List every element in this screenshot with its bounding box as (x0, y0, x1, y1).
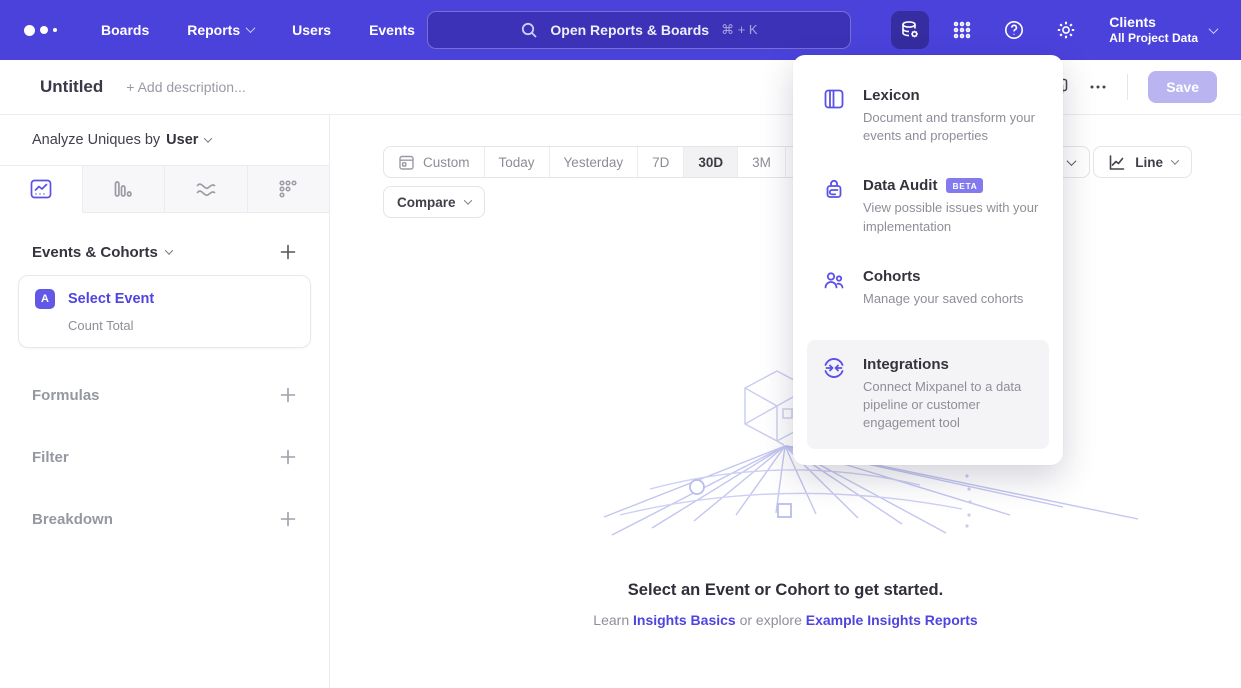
breakdown-label: Breakdown (32, 511, 113, 528)
top-navbar: Boards Reports Users Events Open Reports… (0, 0, 1241, 60)
settings-button[interactable] (1047, 11, 1085, 49)
help-circle-icon (1003, 19, 1025, 41)
menu-item-title: Lexicon (863, 87, 1043, 104)
report-title[interactable]: Untitled (40, 77, 103, 97)
empty-state-links: Learn Insights Basics or explore Example… (330, 612, 1241, 628)
filter-label: Filter (32, 449, 69, 466)
insights-basics-link[interactable]: Insights Basics (633, 612, 736, 628)
search-shortcut: ⌘ + K (721, 22, 758, 38)
formulas-section: Formulas (0, 386, 329, 404)
add-description-field[interactable]: + Add description... (126, 79, 245, 95)
lexicon-book-icon (822, 87, 846, 145)
empty-state-heading: Select an Event or Cohort to get started… (330, 581, 1241, 600)
add-event-button[interactable] (279, 243, 297, 261)
add-filter-button[interactable] (279, 448, 297, 466)
calendar-icon (398, 154, 415, 171)
formulas-label: Formulas (32, 387, 100, 404)
date-tab-3m[interactable]: 3M (738, 147, 786, 177)
menu-item-title: Integrations (863, 356, 1043, 373)
nav-item-reports[interactable]: Reports (187, 22, 254, 38)
chevron-down-icon (165, 246, 173, 254)
integrations-sync-icon (822, 356, 846, 433)
insights-chart-icon (29, 177, 53, 201)
data-audit-lock-icon (822, 177, 846, 235)
analyze-label: Analyze Uniques by (32, 132, 160, 148)
add-breakdown-button[interactable] (279, 510, 297, 528)
filter-section: Filter (0, 448, 329, 466)
cohorts-people-icon (822, 268, 846, 308)
date-tab-yesterday[interactable]: Yesterday (550, 147, 639, 177)
menu-item-data-audit[interactable]: Data Audit BETA View possible issues wit… (807, 177, 1049, 235)
project-data-scope: All Project Data (1109, 31, 1198, 46)
nav-item-boards[interactable]: Boards (101, 22, 149, 38)
beta-badge: BETA (946, 178, 983, 193)
apps-grid-icon (952, 20, 972, 40)
search-icon (520, 21, 538, 39)
menu-item-lexicon[interactable]: Lexicon Document and transform your even… (807, 87, 1049, 145)
tab-insights-line[interactable] (0, 166, 83, 213)
menu-item-title: Data Audit BETA (863, 177, 1043, 194)
chart-type-dropdown[interactable]: Line (1093, 146, 1192, 178)
data-management-button[interactable] (891, 11, 929, 49)
help-button[interactable] (995, 11, 1033, 49)
nav-item-label: Reports (187, 22, 240, 38)
apps-grid-button[interactable] (943, 11, 981, 49)
select-event-button[interactable]: Select Event (68, 291, 154, 307)
report-canvas: Custom Today Yesterday 7D 30D 3M 6M (330, 115, 1241, 688)
event-series-badge: A (35, 289, 55, 309)
add-formula-button[interactable] (279, 386, 297, 404)
nav-item-label: Users (292, 22, 331, 38)
flows-icon (194, 177, 218, 201)
chevron-down-icon (1066, 156, 1076, 166)
chevron-down-icon (1209, 24, 1219, 34)
date-tab-today[interactable]: Today (485, 147, 550, 177)
menu-item-description: Document and transform your events and p… (863, 109, 1043, 145)
compare-dropdown[interactable]: Compare (383, 186, 485, 218)
events-cohorts-dropdown[interactable]: Events & Cohorts (32, 244, 172, 261)
event-card[interactable]: A Select Event Count Total (18, 275, 311, 348)
mixpanel-logo-icon[interactable] (24, 25, 57, 36)
more-options-button[interactable] (1089, 78, 1107, 96)
menu-item-description: Manage your saved cohorts (863, 290, 1023, 308)
global-search-input[interactable]: Open Reports & Boards ⌘ + K (427, 11, 851, 49)
date-tab-30d[interactable]: 30D (684, 147, 738, 177)
chevron-down-icon (1171, 156, 1179, 164)
menu-item-integrations[interactable]: Integrations Connect Mixpanel to a data … (807, 340, 1049, 449)
tab-bar-chart[interactable] (83, 166, 166, 213)
database-gear-icon (899, 19, 921, 41)
analyze-row: Analyze Uniques by User (0, 115, 329, 165)
project-selector[interactable]: Clients All Project Data (1109, 14, 1217, 47)
nav-item-label: Events (369, 22, 415, 38)
query-sidebar: Analyze Uniques by User (0, 115, 330, 688)
example-reports-link[interactable]: Example Insights Reports (806, 612, 978, 628)
menu-item-cohorts[interactable]: Cohorts Manage your saved cohorts (807, 268, 1049, 308)
date-tab-custom[interactable]: Custom (384, 147, 485, 177)
tab-metrics[interactable] (248, 166, 330, 213)
line-chart-icon (1107, 153, 1126, 172)
data-management-menu: Lexicon Document and transform your even… (793, 55, 1063, 465)
menu-item-description: Connect Mixpanel to a data pipeline or c… (863, 378, 1043, 433)
nav-item-users[interactable]: Users (292, 22, 331, 38)
event-aggregation[interactable]: Count Total (68, 318, 294, 333)
tab-flows[interactable] (165, 166, 248, 213)
bar-chart-icon (112, 178, 134, 200)
project-name: Clients (1109, 14, 1198, 32)
visualization-tabs (0, 165, 329, 213)
menu-item-title: Cohorts (863, 268, 1023, 285)
nav-item-label: Boards (101, 22, 149, 38)
nav-item-events[interactable]: Events (369, 22, 415, 38)
menu-item-description: View possible issues with your implement… (863, 199, 1043, 235)
chevron-down-icon (204, 134, 212, 142)
date-tab-7d[interactable]: 7D (638, 147, 684, 177)
divider (1127, 74, 1128, 100)
chevron-down-icon (463, 196, 471, 204)
search-placeholder: Open Reports & Boards (550, 22, 709, 38)
analyze-entity-dropdown[interactable]: User (166, 132, 211, 148)
gear-icon (1055, 19, 1077, 41)
chevron-down-icon (246, 23, 256, 33)
save-button[interactable]: Save (1148, 71, 1217, 103)
metrics-dots-icon (277, 178, 299, 200)
breakdown-section: Breakdown (0, 510, 329, 528)
